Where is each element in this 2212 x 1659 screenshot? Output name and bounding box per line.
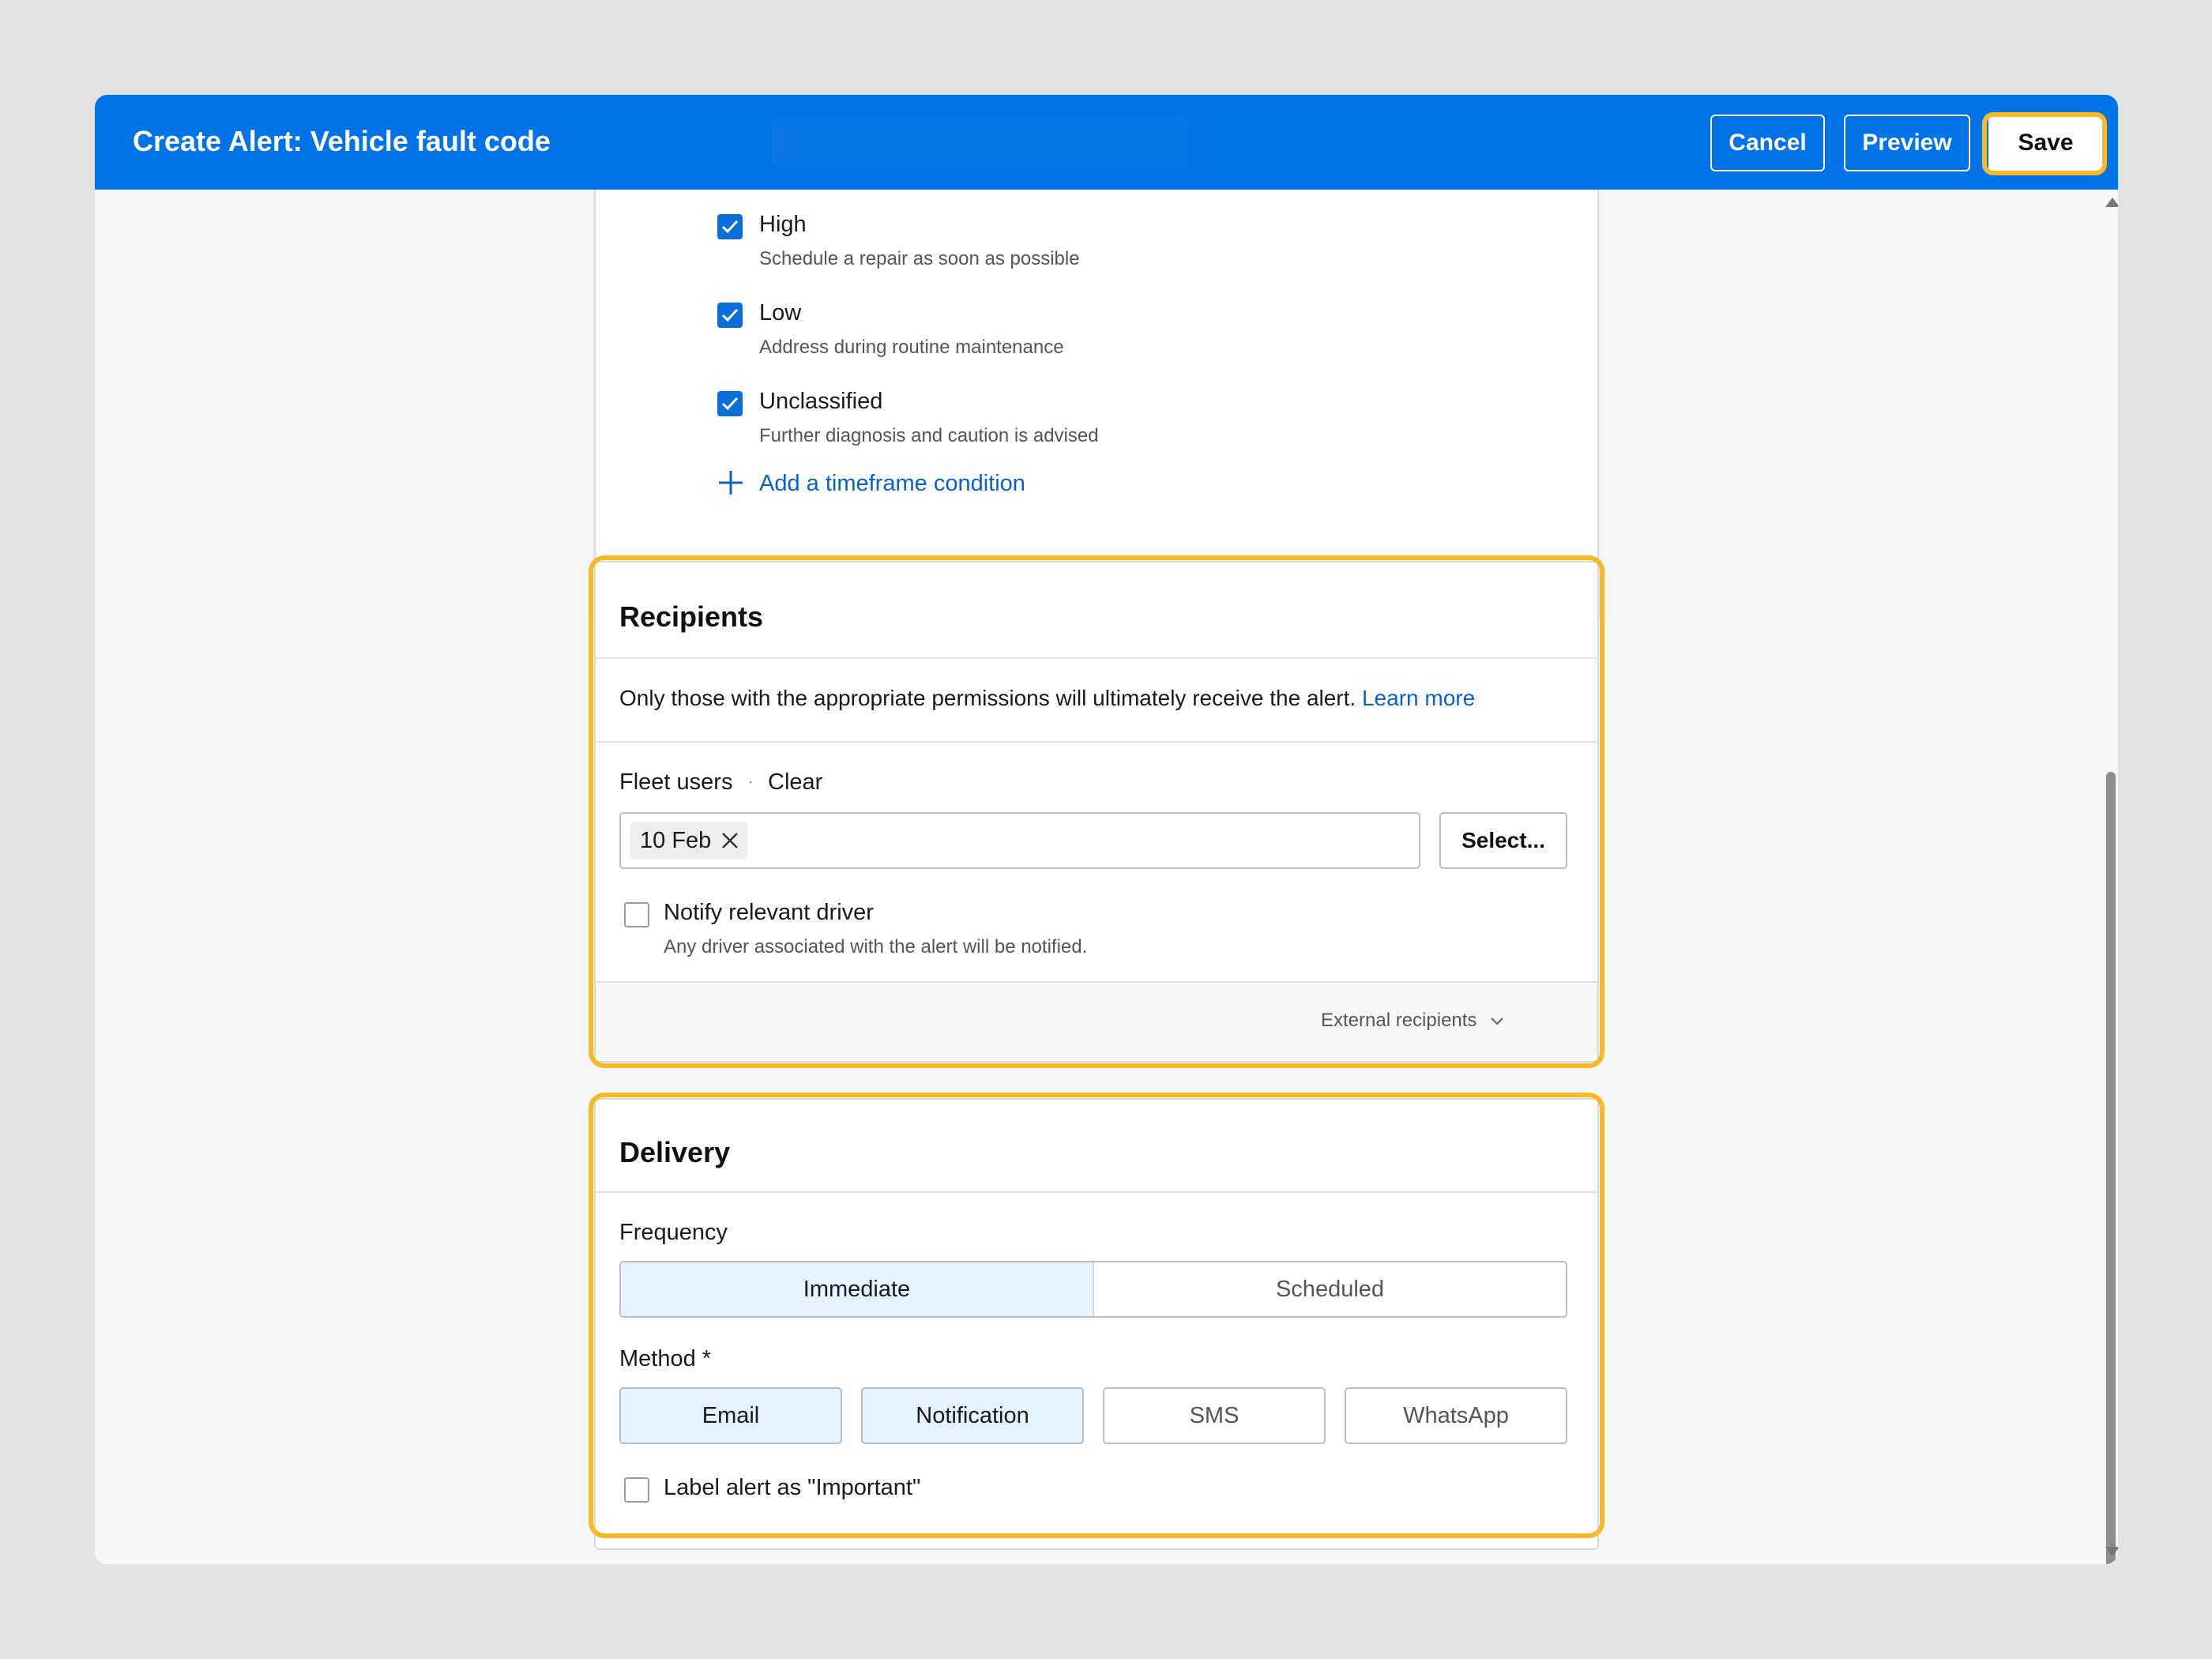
method-option-email[interactable]: Email xyxy=(619,1387,842,1444)
learn-more-link[interactable]: Learn more xyxy=(1362,686,1475,710)
important-label: Label alert as "Important" xyxy=(664,1475,921,1500)
recipients-info: Only those with the appropriate permissi… xyxy=(619,686,1475,711)
cancel-button[interactable]: Cancel xyxy=(1710,115,1825,171)
notify-driver-label: Notify relevant driver xyxy=(664,900,874,925)
method-option-sms[interactable]: SMS xyxy=(1103,1387,1326,1444)
check-icon xyxy=(721,220,739,234)
scroll-up-arrow-icon[interactable] xyxy=(2105,198,2118,207)
separator-dot: · xyxy=(747,771,754,792)
plus-icon xyxy=(719,471,743,495)
conditions-card: High Schedule a repair as soon as possib… xyxy=(594,190,1599,620)
checkbox-low[interactable] xyxy=(717,303,743,328)
option-description-unclassified: Further diagnosis and caution is advised xyxy=(759,425,1099,446)
notify-driver-description: Any driver associated with the alert wil… xyxy=(664,936,1088,957)
option-description-low: Address during routine maintenance xyxy=(759,337,1064,358)
add-timeframe-link[interactable]: Add a timeframe condition xyxy=(759,471,1025,497)
header-bar: Create Alert: Vehicle fault code Cancel … xyxy=(95,95,2118,190)
option-label-unclassified: Unclassified xyxy=(759,389,883,414)
scrollbar[interactable] xyxy=(2101,198,2118,1564)
delivery-card: Delivery Frequency Immediate Scheduled M… xyxy=(594,1098,1599,1550)
recipients-title: Recipients xyxy=(619,600,764,633)
check-icon xyxy=(721,397,739,411)
option-label-high: High xyxy=(759,212,807,237)
option-description-high: Schedule a repair as soon as possible xyxy=(759,248,1080,269)
check-icon xyxy=(721,308,739,322)
method-label: Method * xyxy=(619,1346,712,1371)
frequency-label: Frequency xyxy=(619,1220,728,1245)
divider xyxy=(596,741,1597,743)
chip-label: 10 Feb xyxy=(640,827,712,853)
save-button-highlight xyxy=(1982,112,2107,175)
page-title: Create Alert: Vehicle fault code xyxy=(133,125,551,157)
divider xyxy=(596,1191,1597,1193)
close-icon[interactable] xyxy=(720,831,739,850)
method-option-notification[interactable]: Notification xyxy=(861,1387,1084,1444)
fleet-user-chip: 10 Feb xyxy=(630,822,748,860)
fleet-users-label: Fleet users xyxy=(619,769,733,795)
app-window: Create Alert: Vehicle fault code Cancel … xyxy=(95,95,2118,1564)
recipients-info-text: Only those with the appropriate permissi… xyxy=(619,686,1356,710)
frequency-segmented-control: Immediate Scheduled xyxy=(619,1261,1567,1318)
external-recipients-footer[interactable]: External recipients xyxy=(596,983,1597,1061)
select-button[interactable]: Select... xyxy=(1439,812,1567,869)
frequency-option-immediate[interactable]: Immediate xyxy=(621,1262,1093,1316)
external-recipients-label: External recipients xyxy=(1321,1010,1477,1031)
recipients-card: Recipients Only those with the appropria… xyxy=(594,561,1599,1063)
checkbox-high[interactable] xyxy=(717,214,743,239)
option-label-low: Low xyxy=(759,300,802,325)
checkbox-notify-driver[interactable] xyxy=(624,902,649,927)
header-placeholder-field xyxy=(773,118,1188,166)
divider xyxy=(596,657,1597,659)
preview-button[interactable]: Preview xyxy=(1844,115,1970,171)
method-option-whatsapp[interactable]: WhatsApp xyxy=(1345,1387,1567,1444)
delivery-title: Delivery xyxy=(619,1136,731,1168)
clear-link[interactable]: Clear xyxy=(768,769,822,796)
scrollbar-thumb[interactable] xyxy=(2106,772,2116,1564)
checkbox-unclassified[interactable] xyxy=(717,391,743,416)
fleet-users-input[interactable]: 10 Feb xyxy=(619,812,1420,869)
chevron-down-icon xyxy=(1491,1018,1503,1025)
checkbox-important[interactable] xyxy=(624,1477,649,1503)
scroll-down-arrow-icon[interactable] xyxy=(2105,1547,2118,1556)
frequency-option-scheduled[interactable]: Scheduled xyxy=(1093,1262,1566,1316)
